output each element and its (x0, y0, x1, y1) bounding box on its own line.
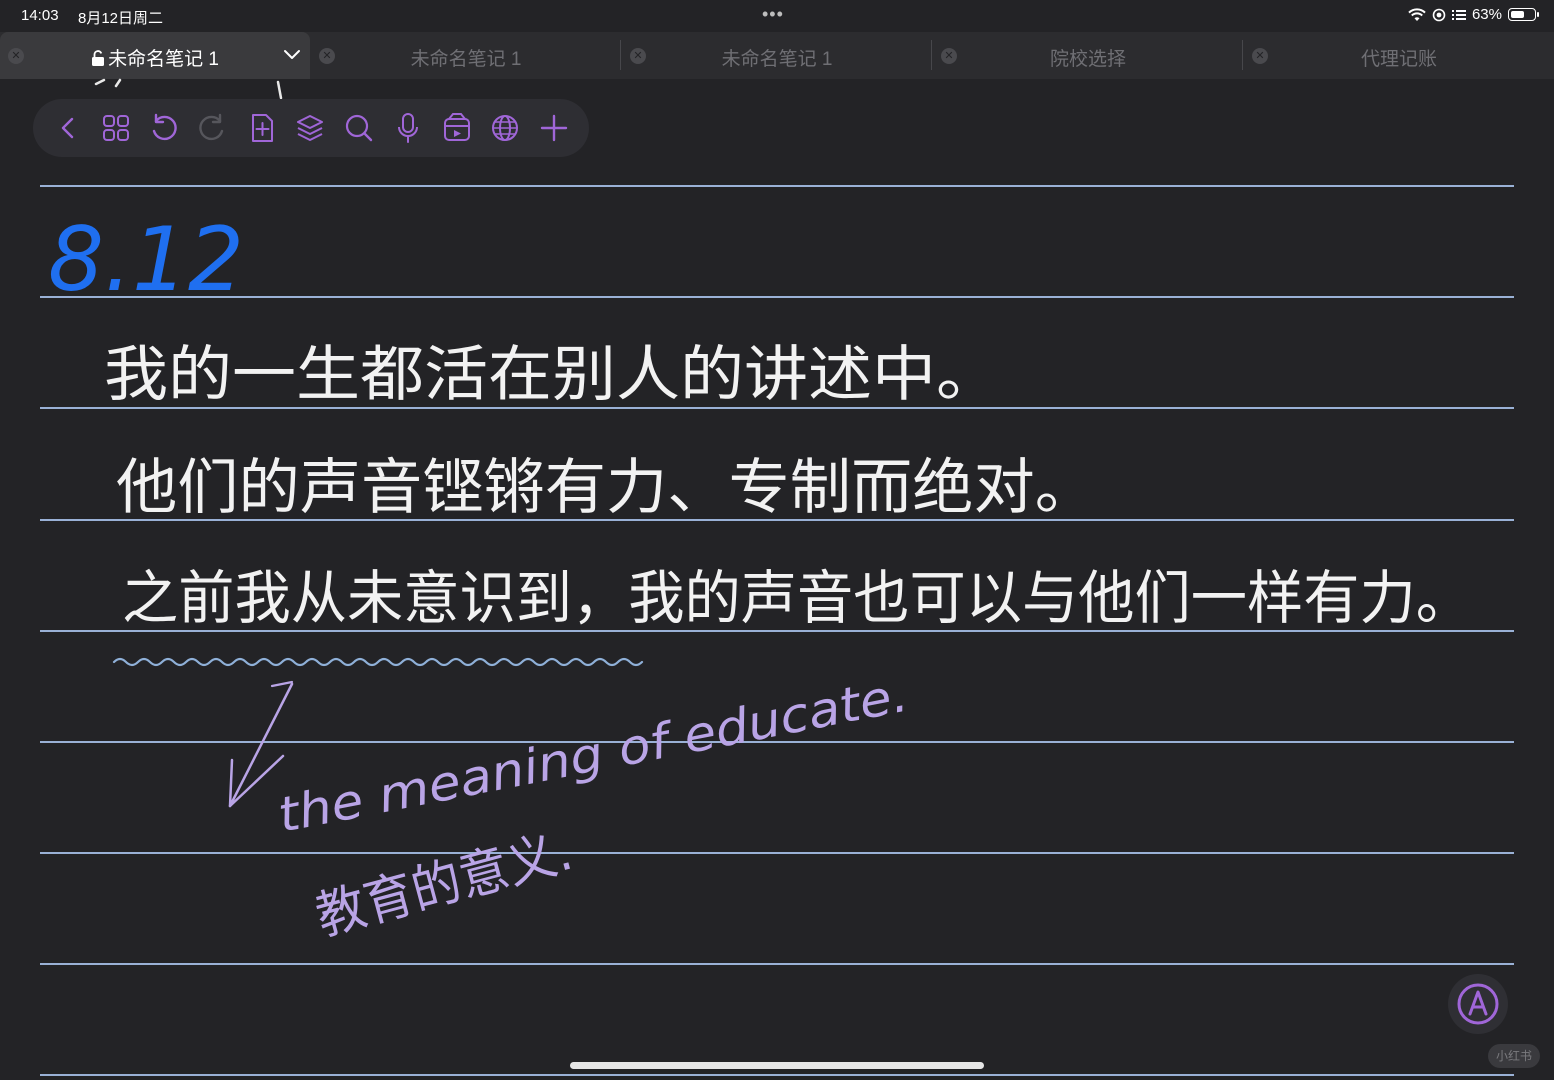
watermark: 小红书 (1488, 1044, 1540, 1068)
home-indicator[interactable] (570, 1062, 984, 1069)
note-date: 8.12 (48, 208, 244, 311)
annotation-chinese: 教育的意义. (310, 822, 579, 948)
pencil-a-icon (1457, 983, 1499, 1025)
pencil-mode-button[interactable] (1448, 974, 1508, 1034)
note-line-2: 他们的声音铿锵有力、专制而绝对。 (116, 453, 1096, 523)
note-line-1: 我的一生都活在别人的讲述中。 (104, 340, 1000, 410)
note-line-3: 之前我从未意识到，我的声音也可以与他们一样有力。 (122, 564, 1472, 632)
annotation-english: the meaning of educate. (274, 667, 913, 844)
wavy-underline (112, 657, 644, 667)
note-canvas[interactable]: 8.12 我的一生都活在别人的讲述中。 他们的声音铿锵有力、专制而绝对。 之前我… (0, 0, 1554, 1080)
